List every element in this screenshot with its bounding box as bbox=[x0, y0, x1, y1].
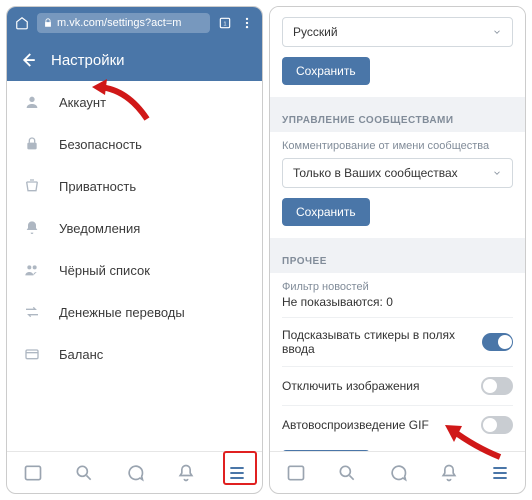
page-header: Настройки bbox=[7, 39, 262, 81]
toggle-stickers[interactable]: Подсказывать стикеры в полях ввода bbox=[282, 317, 513, 366]
menu-item-transfers[interactable]: Денежные переводы bbox=[7, 291, 262, 333]
url-box[interactable]: m.vk.com/settings?act=m bbox=[37, 13, 210, 33]
feed-filter-value[interactable]: Не показываются: 0 bbox=[282, 295, 513, 309]
left-phone: m.vk.com/settings?act=m 1 Настройки Акка… bbox=[6, 6, 263, 494]
right-phone: Русский Сохранить УПРАВЛЕНИЕ СООБЩЕСТВАМ… bbox=[269, 6, 526, 494]
lock-icon bbox=[43, 18, 53, 28]
nav-menu-icon[interactable] bbox=[489, 462, 511, 484]
language-card: Русский Сохранить bbox=[270, 7, 525, 97]
menu-item-label: Аккаунт bbox=[59, 95, 106, 110]
menu-item-label: Безопасность bbox=[59, 137, 142, 152]
communities-value: Только в Ваших сообществах bbox=[293, 166, 458, 180]
communities-card: Комментирование от имени сообщества Толь… bbox=[270, 132, 525, 238]
toggle-disable-images[interactable]: Отключить изображения bbox=[282, 366, 513, 405]
communities-sublabel: Комментирование от имени сообщества bbox=[282, 140, 513, 152]
chevron-down-icon bbox=[492, 27, 502, 37]
more-icon[interactable] bbox=[240, 16, 254, 30]
section-communities-title: УПРАВЛЕНИЕ СООБЩЕСТВАМИ bbox=[270, 105, 525, 132]
switch-on[interactable] bbox=[482, 333, 513, 351]
nav-notifications-icon[interactable] bbox=[438, 462, 460, 484]
menu-item-notifications[interactable]: Уведомления bbox=[7, 207, 262, 249]
url-text: m.vk.com/settings?act=m bbox=[57, 17, 181, 29]
switch-off[interactable] bbox=[481, 416, 513, 434]
save-button[interactable]: Сохранить bbox=[282, 57, 370, 85]
nav-messages-icon[interactable] bbox=[124, 462, 146, 484]
communities-select[interactable]: Только в Ваших сообществах bbox=[282, 158, 513, 188]
chevron-down-icon bbox=[492, 168, 502, 178]
settings-menu: Аккаунт Безопасность Приватность Уведомл… bbox=[7, 81, 262, 451]
switch-off[interactable] bbox=[481, 377, 513, 395]
menu-item-account[interactable]: Аккаунт bbox=[7, 81, 262, 123]
menu-item-balance[interactable]: Баланс bbox=[7, 333, 262, 375]
transfer-icon bbox=[23, 303, 41, 321]
nav-search-icon[interactable] bbox=[336, 462, 358, 484]
nav-menu-icon[interactable] bbox=[226, 462, 248, 484]
privacy-icon bbox=[23, 177, 41, 195]
feed-filter-label: Фильтр новостей bbox=[282, 281, 513, 293]
menu-item-security[interactable]: Безопасность bbox=[7, 123, 262, 165]
menu-item-blacklist[interactable]: Чёрный список bbox=[7, 249, 262, 291]
nav-news-icon[interactable] bbox=[285, 462, 307, 484]
toggle-autoplay-gif[interactable]: Автовоспроизведение GIF bbox=[282, 405, 513, 444]
blacklist-icon bbox=[23, 261, 41, 279]
nav-notifications-icon[interactable] bbox=[175, 462, 197, 484]
home-icon[interactable] bbox=[15, 16, 29, 30]
menu-item-label: Денежные переводы bbox=[59, 305, 185, 320]
language-value: Русский bbox=[293, 25, 338, 39]
bell-icon bbox=[23, 219, 41, 237]
nav-messages-icon[interactable] bbox=[387, 462, 409, 484]
settings-content: Русский Сохранить УПРАВЛЕНИЕ СООБЩЕСТВАМ… bbox=[270, 7, 525, 451]
bottom-nav bbox=[7, 451, 262, 493]
menu-item-label: Уведомления bbox=[59, 221, 140, 236]
browser-address-bar: m.vk.com/settings?act=m 1 bbox=[7, 7, 262, 39]
menu-item-privacy[interactable]: Приватность bbox=[7, 165, 262, 207]
other-card: Фильтр новостей Не показываются: 0 Подск… bbox=[270, 273, 525, 451]
nav-news-icon[interactable] bbox=[22, 462, 44, 484]
menu-item-label: Баланс bbox=[59, 347, 103, 362]
toggle-label: Подсказывать стикеры в полях ввода bbox=[282, 328, 482, 356]
page-title: Настройки bbox=[51, 52, 125, 69]
save-button[interactable]: Сохранить bbox=[282, 198, 370, 226]
menu-item-label: Чёрный список bbox=[59, 263, 150, 278]
toggle-label: Автовоспроизведение GIF bbox=[282, 418, 429, 432]
toggle-label: Отключить изображения bbox=[282, 379, 419, 393]
lock-icon bbox=[23, 135, 41, 153]
bottom-nav bbox=[270, 451, 525, 493]
back-icon[interactable] bbox=[19, 51, 37, 69]
language-select[interactable]: Русский bbox=[282, 17, 513, 47]
section-other-title: ПРОЧЕЕ bbox=[270, 246, 525, 273]
svg-text:1: 1 bbox=[223, 21, 226, 27]
nav-search-icon[interactable] bbox=[73, 462, 95, 484]
user-icon bbox=[23, 93, 41, 111]
tabs-icon[interactable]: 1 bbox=[218, 16, 232, 30]
menu-item-label: Приватность bbox=[59, 179, 136, 194]
wallet-icon bbox=[23, 345, 41, 363]
